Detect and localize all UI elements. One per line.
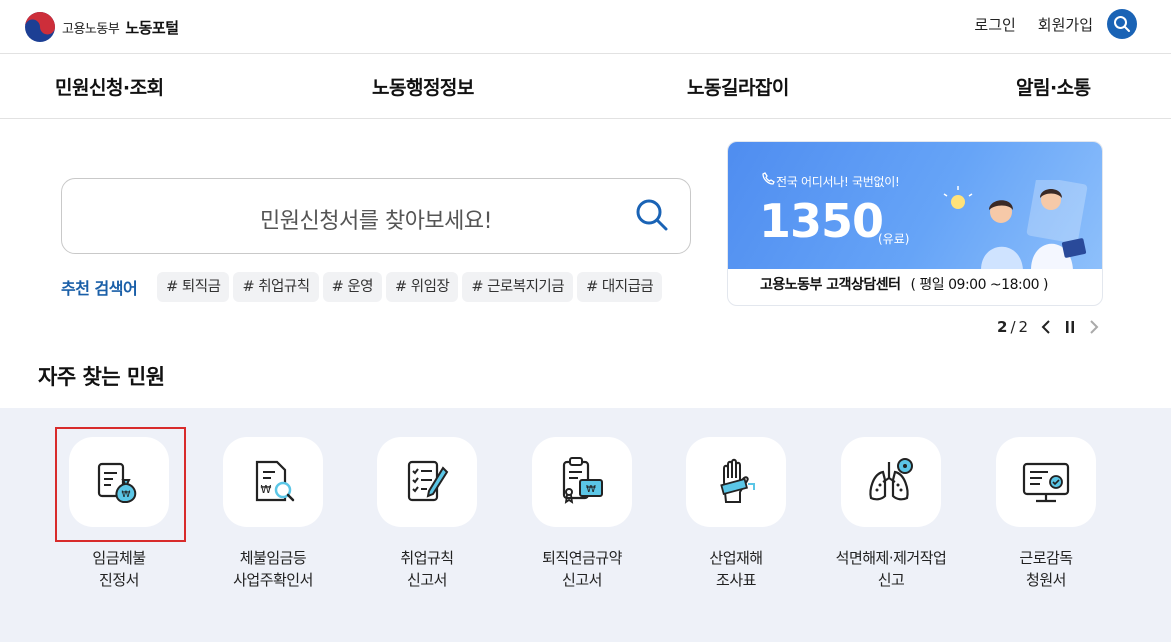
- site-logo[interactable]: 고용노동부 노동포털: [24, 10, 179, 44]
- nav-admin-info[interactable]: 노동행정정보: [372, 73, 474, 100]
- petition-name-line1: 근로감독: [1019, 549, 1073, 567]
- phone-icon: [762, 172, 775, 185]
- petition-tile: [841, 437, 941, 527]
- search-icon: [1114, 16, 1130, 32]
- petition-tile: [996, 437, 1096, 527]
- portal-name: 노동포털: [125, 18, 179, 37]
- keyword-tag[interactable]: # 대지급금: [577, 272, 663, 302]
- petition-name-line1: 석면해제·제거작업: [835, 549, 947, 567]
- petition-item-pension-rules[interactable]: ₩ 퇴직연금규약 신고서: [492, 437, 672, 591]
- login-link[interactable]: 로그인: [974, 14, 1015, 35]
- petition-name: 근로감독 청원서: [956, 547, 1136, 591]
- callcenter-number: 1350: [759, 194, 884, 248]
- petition-search-input[interactable]: 민원신청서를 찾아보세요!: [61, 178, 691, 254]
- focus-highlight: [55, 427, 186, 542]
- petition-item-asbestos-removal[interactable]: 석면해제·제거작업 신고: [801, 437, 981, 591]
- pager-separator: /: [1010, 318, 1016, 336]
- callcenter-banner[interactable]: 전국 어디서나! 국번없이! 1350 (유료) 고용노동부 고객상담센터 ( …: [727, 141, 1103, 306]
- pause-button[interactable]: [1064, 319, 1076, 335]
- pause-icon: [1066, 321, 1075, 333]
- center-name: 고용노동부 고객상담센터: [760, 277, 901, 293]
- document-search-icon: ₩: [255, 460, 295, 502]
- recommended-label: 추천 검색어: [61, 279, 138, 298]
- petition-name-line2: 청원서: [1026, 571, 1066, 589]
- petition-item-labor-inspection[interactable]: 근로감독 청원서: [956, 437, 1136, 591]
- petition-name: 임금체불 진정서: [29, 547, 209, 591]
- banner-tagline: 전국 어디서나! 국번없이!: [776, 175, 900, 189]
- petition-tile: [686, 437, 786, 527]
- petition-name-line2: 신고: [877, 571, 905, 589]
- checklist-icon: [407, 460, 449, 502]
- petition-name-line2: 신고서: [562, 571, 602, 589]
- petition-name-line1: 퇴직연금규약: [542, 549, 622, 567]
- keyword-tags: # 퇴직금 # 취업규칙 # 운영 # 위임장 # 근로복지기금 # 대지급금: [157, 272, 683, 302]
- svg-text:₩: ₩: [586, 484, 596, 495]
- main-navigation: 민원신청·조회 노동행정정보 노동길라잡이 알림·소통: [0, 54, 1171, 119]
- petition-name-line1: 산업재해: [709, 549, 763, 567]
- nav-labor-guide[interactable]: 노동길라잡이: [687, 73, 789, 100]
- petition-name-line2: 진정서: [99, 571, 139, 589]
- search-placeholder: 민원신청서를 찾아보세요!: [260, 209, 492, 234]
- paid-note: (유료): [878, 232, 910, 246]
- header-search-button[interactable]: [1107, 9, 1137, 39]
- site-header: 고용노동부 노동포털 로그인 회원가입: [0, 0, 1171, 54]
- petition-item-industrial-accident[interactable]: 산업재해 조사표: [646, 437, 826, 591]
- keyword-tag[interactable]: # 위임장: [386, 272, 459, 302]
- taegeuk-emblem-icon: [25, 12, 55, 42]
- counselor-illustration-icon: [943, 180, 1088, 269]
- petition-name: 퇴직연금규약 신고서: [492, 547, 672, 591]
- petition-tile: ₩: [532, 437, 632, 527]
- petition-item-employment-rules[interactable]: 취업규칙 신고서: [337, 437, 517, 591]
- ministry-name: 고용노동부: [62, 21, 120, 37]
- petition-name: 체불임금등 사업주확인서: [183, 547, 363, 591]
- pension-doc-icon: ₩: [562, 457, 603, 504]
- search-icon[interactable]: [634, 197, 670, 233]
- banner-caption: 고용노동부 고객상담센터 ( 평일 09:00 ~18:00 ): [728, 269, 1102, 305]
- injured-hand-icon: [720, 458, 755, 503]
- petition-item-unpaid-wage-confirm[interactable]: ₩ 체불임금등 사업주확인서: [183, 437, 363, 591]
- chevron-left-icon: [1041, 320, 1050, 334]
- petition-name-line2: 조사표: [716, 571, 756, 589]
- pager-total: 2: [1018, 318, 1029, 336]
- monitor-check-icon: [1022, 462, 1070, 503]
- nav-notice[interactable]: 알림·소통: [1016, 73, 1091, 100]
- signup-link[interactable]: 회원가입: [1038, 14, 1093, 35]
- recommended-keywords: 추천 검색어 # 퇴직금 # 취업규칙 # 운영 # 위임장 # 근로복지기금 …: [61, 272, 683, 302]
- petition-name-line1: 체불임금등: [239, 549, 307, 567]
- pager-current: 2: [997, 318, 1008, 336]
- keyword-tag[interactable]: # 취업규칙: [233, 272, 319, 302]
- center-hours: ( 평일 09:00 ~18:00 ): [910, 277, 1049, 293]
- keyword-tag[interactable]: # 근로복지기금: [462, 272, 574, 302]
- banner-visual: 전국 어디서나! 국번없이! 1350 (유료): [728, 142, 1102, 269]
- petition-tile: [377, 437, 477, 527]
- keyword-tag[interactable]: # 운영: [322, 272, 383, 302]
- chevron-right-icon: [1090, 320, 1099, 334]
- keyword-tag[interactable]: # 퇴직금: [157, 272, 230, 302]
- frequent-petitions-title: 자주 찾는 민원: [38, 365, 165, 389]
- petition-name-line2: 사업주확인서: [233, 571, 313, 589]
- petition-name-line2: 신고서: [407, 571, 447, 589]
- petition-name: 석면해제·제거작업 신고: [801, 547, 981, 591]
- utility-menu: 로그인 회원가입: [974, 9, 1137, 39]
- petition-tile: ₩: [223, 437, 323, 527]
- lungs-icon: [869, 458, 913, 501]
- prev-button[interactable]: [1040, 319, 1052, 335]
- banner-pager: 2 / 2: [997, 318, 1100, 336]
- svg-text:₩: ₩: [261, 483, 272, 496]
- next-button[interactable]: [1088, 319, 1100, 335]
- nav-civil-petition[interactable]: 민원신청·조회: [55, 73, 164, 100]
- petition-name-line1: 임금체불: [92, 549, 146, 567]
- petition-name-line1: 취업규칙: [400, 549, 454, 567]
- petition-name: 산업재해 조사표: [646, 547, 826, 591]
- petition-name: 취업규칙 신고서: [337, 547, 517, 591]
